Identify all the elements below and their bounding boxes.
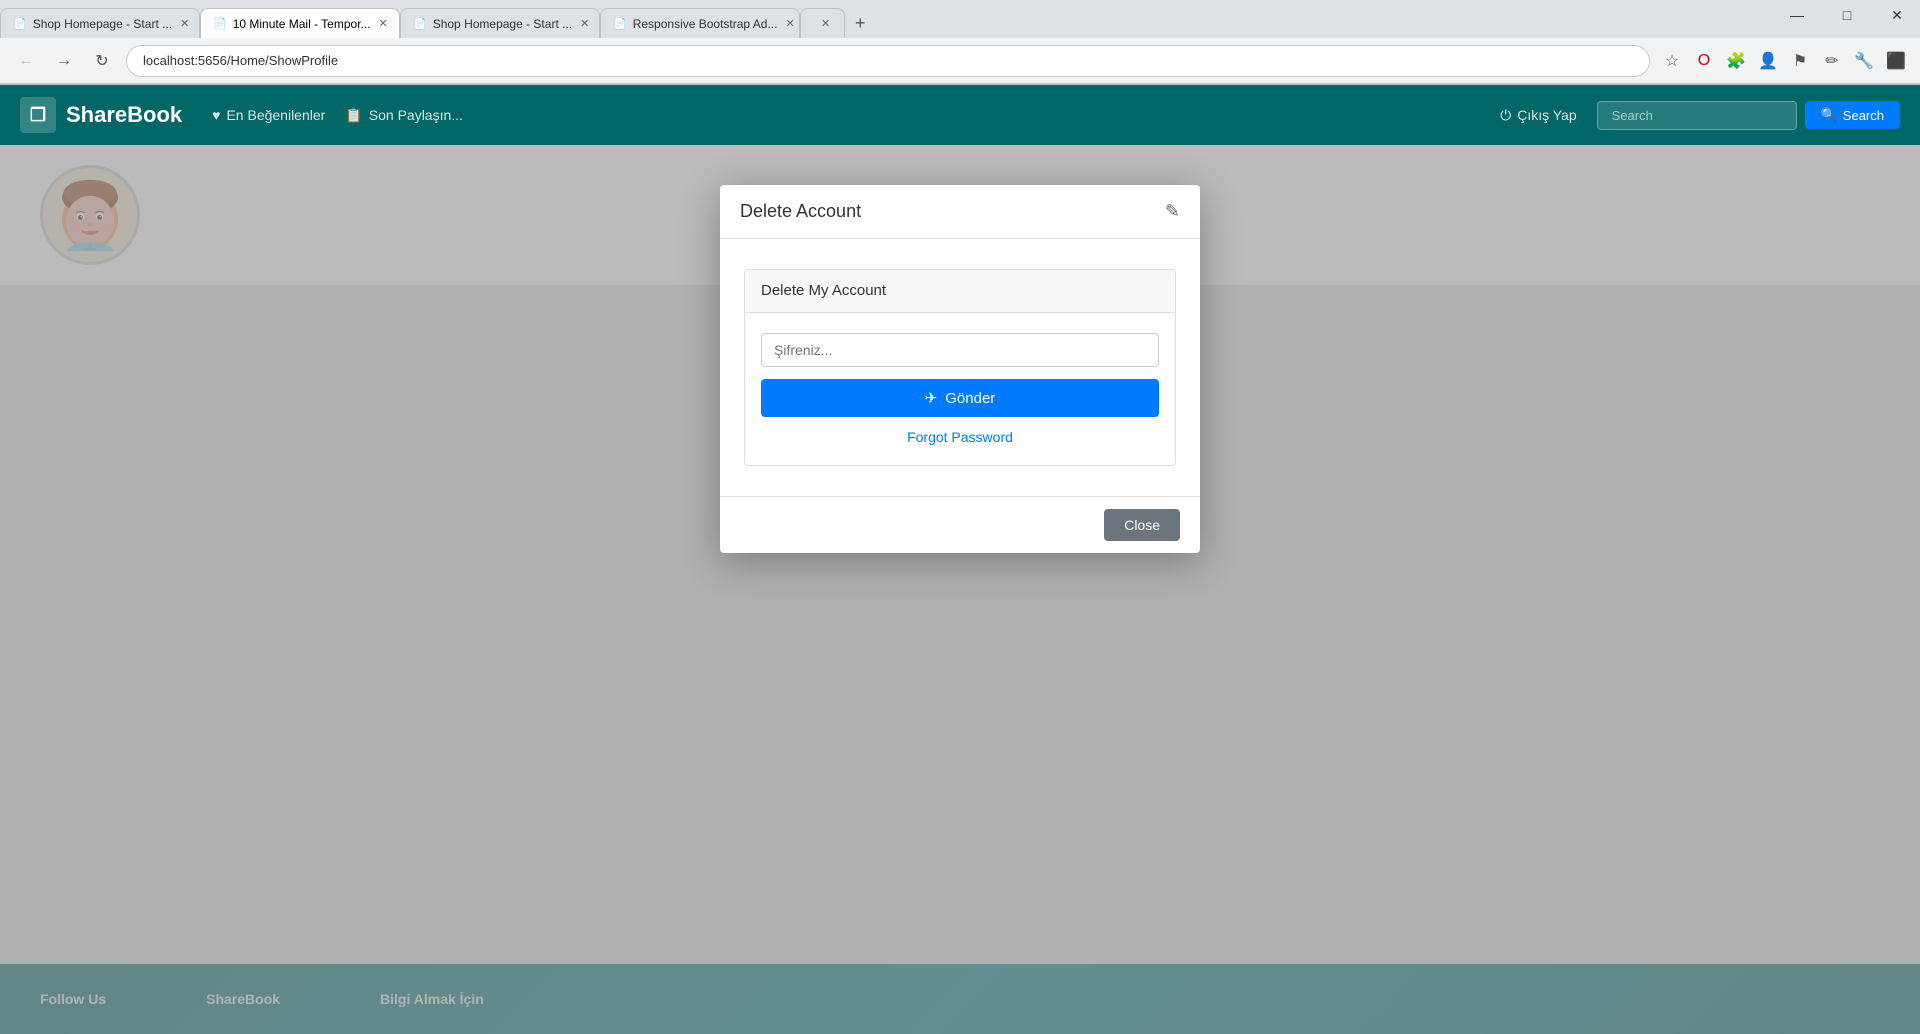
delete-card: Delete My Account ✈ Gönder Forgot Passwo… [744, 269, 1176, 466]
nav-favorites[interactable]: ♥ En Beğenilenler [212, 107, 325, 123]
delete-card-title: Delete My Account [761, 282, 886, 299]
delete-card-header: Delete My Account [745, 270, 1175, 313]
tab-responsive-bootstrap[interactable]: 📄 Responsive Bootstrap Ad... ✕ [600, 8, 800, 38]
tab-icon-1: 📄 [13, 17, 27, 30]
tab-close-5[interactable]: ✕ [819, 15, 832, 32]
opera-icon[interactable]: O [1692, 49, 1716, 73]
modal-header: Delete Account ✎ [720, 185, 1200, 239]
delete-account-modal: Delete Account ✎ Delete My Account ✈ [720, 185, 1200, 553]
modal-overlay: Delete Account ✎ Delete My Account ✈ [0, 145, 1920, 1034]
site-wrapper: ❐ ShareBook ♥ En Beğenilenler 📋 Son Payl… [0, 85, 1920, 1034]
extension2-icon[interactable]: 🔧 [1852, 49, 1876, 73]
forward-button[interactable]: → [50, 47, 78, 75]
delete-card-body: ✈ Gönder Forgot Password [745, 313, 1175, 465]
tab-shop-homepage-2[interactable]: 📄 Shop Homepage - Start ... ✕ [400, 8, 600, 38]
modal-close-icon[interactable]: ✎ [1165, 201, 1180, 222]
close-modal-button[interactable]: Close [1104, 509, 1180, 541]
submit-label: Gönder [945, 390, 995, 407]
navbar: ❐ ShareBook ♥ En Beğenilenler 📋 Son Payl… [0, 85, 1920, 145]
favorites-label: En Beğenilenler [226, 107, 325, 123]
tab-icon-3: 📄 [413, 17, 427, 30]
maximize-button[interactable]: □ [1824, 0, 1870, 38]
password-input[interactable] [761, 333, 1159, 367]
tab-empty[interactable]: ✕ [800, 8, 845, 38]
search-button[interactable]: 🔍 Search [1805, 101, 1900, 129]
brand-name: ShareBook [66, 102, 182, 128]
modal-title: Delete Account [740, 201, 861, 222]
tab-close-2[interactable]: ✕ [377, 15, 390, 32]
pen-icon[interactable]: ✏ [1820, 49, 1844, 73]
tab-title-1: Shop Homepage - Start ... [33, 17, 172, 31]
back-button[interactable]: ← [12, 47, 40, 75]
tab-bar: 📄 Shop Homepage - Start ... ✕ 📄 10 Minut… [0, 0, 1920, 38]
extensions-icon[interactable]: 🧩 [1724, 49, 1748, 73]
close-button[interactable]: ✕ [1874, 0, 1920, 38]
search-icon: 🔍 [1821, 107, 1837, 123]
recent-icon: 📋 [345, 107, 362, 124]
forgot-password-link[interactable]: Forgot Password [761, 429, 1159, 445]
submit-button[interactable]: ✈ Gönder [761, 379, 1159, 417]
browser-actions: ☆ O 🧩 👤 ⚑ ✏ 🔧 ⬛ [1660, 49, 1908, 73]
tab-title-4: Responsive Bootstrap Ad... [633, 17, 778, 31]
profile-icon[interactable]: 👤 [1756, 49, 1780, 73]
tab-icon-2: 📄 [213, 17, 227, 30]
nav-links: ♥ En Beğenilenler 📋 Son Paylaşın... ⏻ Çı… [212, 101, 1900, 130]
modal-footer: Close [720, 496, 1200, 553]
search-label: Search [1843, 108, 1884, 123]
bookmark-icon[interactable]: ☆ [1660, 49, 1684, 73]
modal-body: Delete My Account ✈ Gönder Forgot Passwo… [720, 239, 1200, 496]
brand-icon: ❐ [20, 97, 56, 133]
tab-close-1[interactable]: ✕ [178, 15, 191, 32]
nav-logout[interactable]: ⏻ Çıkış Yap [1500, 107, 1576, 124]
new-tab-button[interactable]: + [845, 8, 875, 38]
minimize-button[interactable]: — [1774, 0, 1820, 38]
logout-label: Çıkış Yap [1517, 107, 1576, 123]
tab-shop-homepage-1[interactable]: 📄 Shop Homepage - Start ... ✕ [0, 8, 200, 38]
extension3-icon[interactable]: ⬛ [1884, 49, 1908, 73]
logout-icon: ⏻ [1500, 107, 1511, 124]
window-controls: — □ ✕ [1774, 0, 1920, 38]
tab-icon-4: 📄 [613, 17, 627, 30]
favorites-icon: ♥ [212, 107, 220, 123]
page-content: Delete Account ✎ Delete My Account ✈ [0, 145, 1920, 1034]
send-icon: ✈ [925, 389, 938, 407]
tab-title-2: 10 Minute Mail - Tempor... [233, 17, 371, 31]
tab-close-3[interactable]: ✕ [578, 15, 591, 32]
recent-label: Son Paylaşın... [369, 107, 463, 123]
search-input[interactable] [1597, 101, 1797, 130]
address-bar: ← → ↻ ☆ O 🧩 👤 ⚑ ✏ 🔧 ⬛ [0, 38, 1920, 84]
browser-chrome: 📄 Shop Homepage - Start ... ✕ 📄 10 Minut… [0, 0, 1920, 85]
navbar-brand[interactable]: ❐ ShareBook [20, 97, 182, 133]
tab-title-3: Shop Homepage - Start ... [433, 17, 572, 31]
tab-10min-mail[interactable]: 📄 10 Minute Mail - Tempor... ✕ [200, 8, 400, 38]
tab-close-4[interactable]: ✕ [783, 15, 796, 32]
nav-search: 🔍 Search [1597, 101, 1900, 130]
address-input[interactable] [126, 45, 1650, 77]
flags-icon[interactable]: ⚑ [1788, 49, 1812, 73]
reload-button[interactable]: ↻ [88, 47, 116, 75]
nav-recent[interactable]: 📋 Son Paylaşın... [345, 107, 463, 124]
